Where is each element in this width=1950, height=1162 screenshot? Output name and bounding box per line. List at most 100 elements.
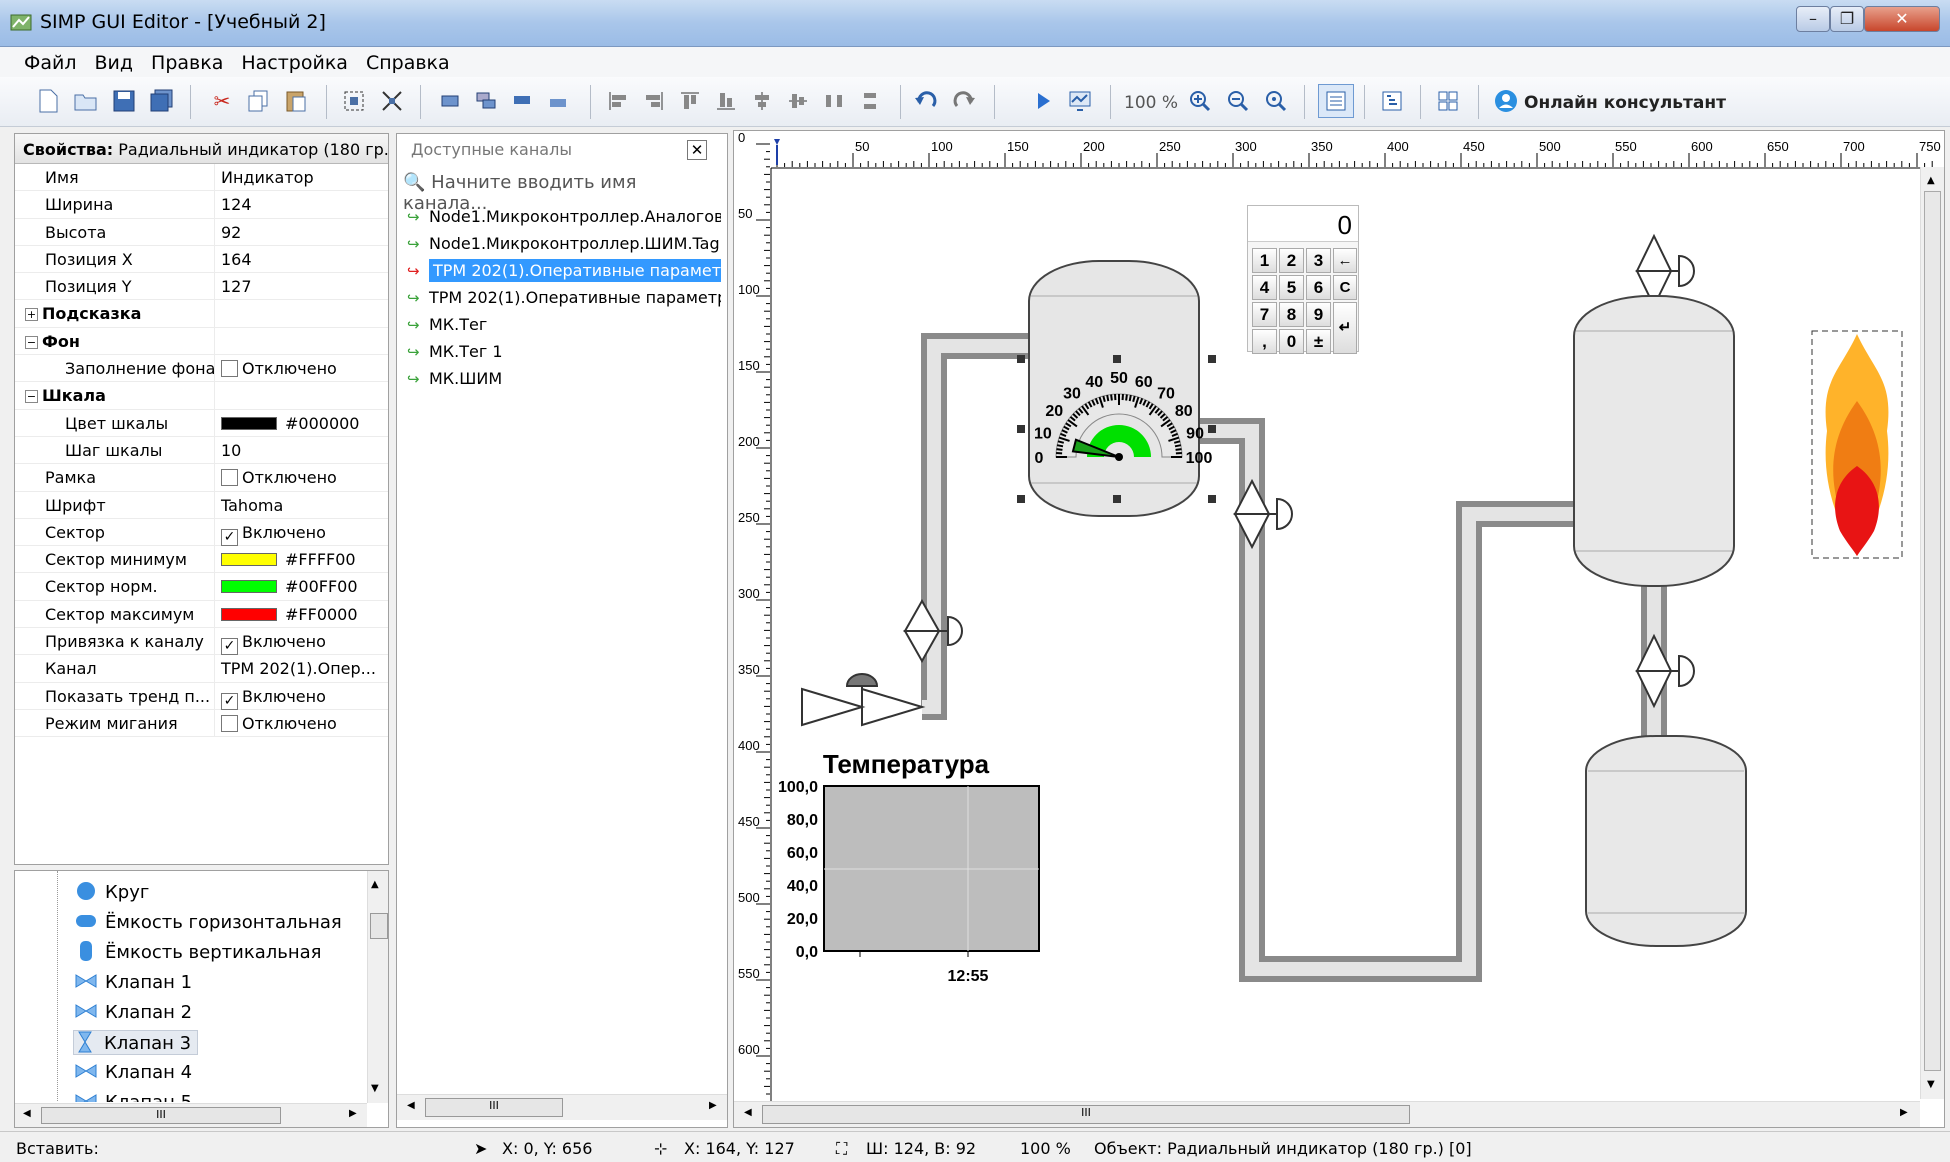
scroll-down-icon[interactable]: ▼ (1927, 1079, 1935, 1090)
scroll-down-icon[interactable]: ▼ (371, 1083, 379, 1094)
tank-vertical-2[interactable] (1573, 295, 1735, 587)
checkbox-icon[interactable] (221, 469, 238, 487)
channel-item[interactable]: ↪ TPM 202(1).Оперативные параметры (407, 285, 721, 309)
components-panel-icon[interactable] (1434, 87, 1462, 115)
zoom-fit-icon[interactable] (1262, 87, 1290, 115)
canvas-hscroll-thumb[interactable]: III (762, 1105, 1410, 1124)
checkbox-checked-icon[interactable]: ✓ (221, 528, 238, 546)
center-vertical-icon[interactable] (748, 87, 776, 115)
prop-row-channel-binding[interactable]: Привязка к каналу ✓ Включено (15, 628, 388, 656)
menu-help[interactable]: Справка (357, 47, 459, 74)
distribute-v-icon[interactable] (856, 87, 884, 115)
scroll-right-icon[interactable]: ▶ (1900, 1107, 1908, 1118)
flame-icon[interactable] (1811, 330, 1903, 559)
tree-item-valve-2[interactable]: Клапан 2 (75, 1000, 192, 1023)
scroll-up-icon[interactable]: ▲ (1927, 175, 1935, 186)
keypad-key[interactable]: 9 (1306, 302, 1331, 327)
prop-row-sector-norm[interactable]: Сектор норм. #00FF00 (15, 573, 388, 601)
tree-vscroll-thumb[interactable] (370, 913, 388, 939)
tank-vertical-1[interactable] (1017, 260, 1216, 517)
prop-row-channel[interactable]: Канал TPM 202(1).Опер... (15, 655, 388, 683)
prop-row-font[interactable]: Шрифт Tahoma (15, 491, 388, 519)
forward-icon[interactable] (508, 87, 536, 115)
tree-item-tank-vertical[interactable]: Ёмкость вертикальная (75, 940, 321, 963)
scroll-right-icon[interactable]: ▶ (349, 1108, 357, 1119)
menu-file[interactable]: Файл (0, 47, 86, 74)
properties-panel-icon[interactable] (1318, 84, 1354, 118)
checkbox-checked-icon[interactable]: ✓ (221, 692, 238, 710)
valve-1[interactable] (801, 673, 926, 727)
copy-icon[interactable] (244, 87, 272, 115)
numeric-keypad[interactable]: 0 1 2 3 4 5 6 7 8 9, 0 ± ← C ↵ (1247, 205, 1359, 354)
channels-hscroll[interactable]: ◀ III ▶ (397, 1094, 727, 1120)
align-bottom-icon[interactable] (712, 87, 740, 115)
bring-front-icon[interactable] (436, 87, 464, 115)
canvas-vscroll-thumb[interactable] (1924, 191, 1941, 1071)
prop-row-width[interactable]: Ширина 124 (15, 191, 388, 219)
new-file-icon[interactable] (34, 87, 62, 115)
save-all-icon[interactable] (148, 87, 176, 115)
tree-item-circle[interactable]: Круг (75, 880, 149, 903)
tree-item-valve-4[interactable]: Клапан 4 (75, 1060, 192, 1083)
select-all-icon[interactable] (340, 87, 368, 115)
keypad-key[interactable]: 1 (1252, 248, 1277, 273)
tree-hscroll-thumb[interactable]: III (41, 1107, 281, 1124)
tree-hscroll[interactable]: ◀ III ▶ (15, 1103, 367, 1127)
open-file-icon[interactable] (72, 87, 100, 115)
prop-row-blink[interactable]: Режим мигания Отключено (15, 709, 388, 738)
channel-item[interactable]: ↪ МК.Тег (407, 312, 721, 336)
prop-row-frame[interactable]: Рамка Отключено (15, 464, 388, 492)
cut-icon[interactable]: ✂ (208, 87, 236, 115)
scroll-right-icon[interactable]: ▶ (709, 1100, 717, 1111)
prop-row-sector-min[interactable]: Сектор минимум #FFFF00 (15, 546, 388, 574)
zoom-out-icon[interactable] (1224, 87, 1252, 115)
tree-item-tank-horizontal[interactable]: Ёмкость горизонтальная (75, 910, 342, 933)
consultant-icon[interactable] (1492, 87, 1520, 115)
distribute-h-icon[interactable] (820, 87, 848, 115)
backward-icon[interactable] (544, 87, 572, 115)
keypad-key[interactable]: 2 (1279, 248, 1304, 273)
collapse-icon[interactable]: − (25, 335, 38, 349)
prop-group-scale[interactable]: − Шкала (15, 382, 388, 410)
save-icon[interactable] (110, 87, 138, 115)
keypad-clear-key[interactable]: C (1333, 275, 1357, 300)
prop-row-bg-fill[interactable]: Заполнение фона Отключено (15, 355, 388, 383)
prop-row-height[interactable]: Высота 92 (15, 218, 388, 246)
menu-edit[interactable]: Правка (142, 47, 232, 74)
close-panel-icon[interactable]: ✕ (687, 140, 707, 160)
prop-group-background[interactable]: − Фон (15, 327, 388, 356)
checkbox-icon[interactable] (221, 714, 238, 732)
keypad-key[interactable]: 5 (1279, 275, 1304, 300)
center-horizontal-icon[interactable] (784, 87, 812, 115)
preview-icon[interactable] (1066, 87, 1094, 115)
redo-icon[interactable] (950, 87, 978, 115)
minimize-button[interactable]: – (1796, 6, 1830, 32)
prop-row-scale-step[interactable]: Шаг шкалы 10 (15, 436, 388, 465)
align-right-icon[interactable] (640, 87, 668, 115)
prop-row-pos-x[interactable]: Позиция X 164 (15, 245, 388, 274)
channels-panel-icon[interactable] (1378, 87, 1406, 115)
menu-settings[interactable]: Настройка (232, 47, 357, 74)
tank-vertical-3[interactable] (1585, 735, 1747, 947)
keypad-enter-key[interactable]: ↵ (1333, 302, 1357, 354)
keypad-backspace-key[interactable]: ← (1333, 248, 1357, 273)
channel-search-input[interactable]: 🔍 Начните вводить имя канала... (403, 172, 721, 214)
expand-icon[interactable]: + (25, 308, 38, 322)
checkbox-checked-icon[interactable]: ✓ (221, 638, 238, 656)
consultant-button[interactable]: Онлайн консультант (1524, 93, 1726, 113)
tree-item-valve-5[interactable]: Клапан 5 (75, 1090, 192, 1102)
keypad-key[interactable]: 7 (1252, 302, 1277, 327)
channel-item[interactable]: ↪ МК.ШИМ (407, 366, 721, 390)
keypad-key[interactable]: 4 (1252, 275, 1277, 300)
scroll-left-icon[interactable]: ◀ (744, 1107, 752, 1118)
send-back-icon[interactable] (472, 87, 500, 115)
checkbox-icon[interactable] (221, 360, 238, 378)
prop-row-sector[interactable]: Сектор ✓ Включено (15, 518, 388, 547)
prop-row-sector-max[interactable]: Сектор максимум #FF0000 (15, 600, 388, 629)
menu-view[interactable]: Вид (86, 47, 143, 74)
tree-item-valve-1[interactable]: Клапан 1 (75, 970, 192, 993)
scroll-up-icon[interactable]: ▲ (371, 879, 379, 890)
channel-item-selected[interactable]: ↪ TPM 202(1).Оперативные параметры (407, 258, 721, 282)
undo-icon[interactable] (912, 87, 940, 115)
keypad-key[interactable]: ± (1306, 329, 1331, 354)
